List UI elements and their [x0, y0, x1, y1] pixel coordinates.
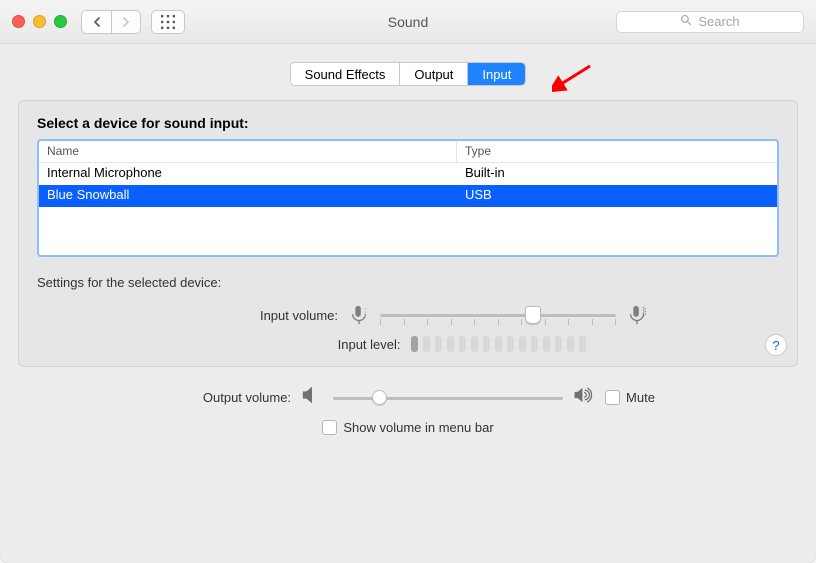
tab-label: Input	[482, 67, 511, 82]
level-bar	[447, 336, 454, 352]
help-button[interactable]: ?	[765, 334, 787, 356]
input-volume-label: Input volume:	[168, 308, 338, 323]
show-all-button[interactable]	[151, 10, 185, 34]
level-bar	[543, 336, 550, 352]
column-name[interactable]: Name	[39, 141, 457, 162]
level-bar	[495, 336, 502, 352]
tab-input[interactable]: Input	[468, 63, 525, 85]
level-bar	[411, 336, 418, 352]
slider-ticks	[380, 319, 616, 325]
search-icon	[680, 14, 692, 29]
tab-label: Sound Effects	[305, 67, 386, 82]
window-controls	[12, 15, 67, 28]
device-table: Name Type Internal Microphone Built-in B…	[37, 139, 779, 257]
speaker-high-icon	[573, 385, 595, 410]
search-placeholder: Search	[698, 14, 739, 29]
input-level-row: Input level:	[37, 336, 779, 352]
device-name: Blue Snowball	[39, 185, 457, 207]
mic-high-icon	[626, 304, 648, 326]
level-bar	[531, 336, 538, 352]
titlebar: Sound Search	[0, 0, 816, 44]
mute-checkbox-row: Mute	[605, 390, 655, 405]
search-field[interactable]: Search	[616, 11, 804, 33]
input-level-label: Input level:	[231, 337, 401, 352]
mic-low-icon	[348, 304, 370, 326]
speaker-low-icon	[301, 385, 323, 410]
input-volume-row: Input volume:	[37, 304, 779, 326]
level-bar	[567, 336, 574, 352]
input-level-meter	[411, 336, 586, 352]
zoom-window-button[interactable]	[54, 15, 67, 28]
device-name: Internal Microphone	[39, 163, 457, 185]
content: Sound Effects Output Input Select a devi…	[0, 44, 816, 563]
tab-sound-effects[interactable]: Sound Effects	[291, 63, 401, 85]
mute-checkbox[interactable]	[605, 390, 620, 405]
footer: Output volume: Mute Show volume	[18, 385, 798, 435]
nav-back-forward	[81, 10, 141, 34]
forward-button[interactable]	[111, 10, 141, 34]
output-volume-label: Output volume:	[161, 390, 291, 405]
mute-label: Mute	[626, 390, 655, 405]
level-bar	[519, 336, 526, 352]
window-title: Sound	[388, 14, 428, 30]
device-type: USB	[457, 185, 777, 207]
level-bar	[579, 336, 586, 352]
show-volume-menubar-checkbox[interactable]	[322, 420, 337, 435]
output-volume-slider[interactable]	[333, 390, 563, 406]
table-header: Name Type	[39, 141, 777, 163]
level-bar	[507, 336, 514, 352]
slider-thumb[interactable]	[525, 306, 541, 324]
slider-track	[333, 397, 563, 400]
slider-track	[380, 314, 616, 317]
input-volume-slider[interactable]	[380, 305, 616, 325]
panel-heading: Select a device for sound input:	[37, 115, 779, 131]
settings-heading: Settings for the selected device:	[37, 275, 779, 290]
table-row[interactable]: Blue Snowball USB	[39, 185, 777, 207]
table-row[interactable]: Internal Microphone Built-in	[39, 163, 777, 185]
sound-preferences-window: Sound Search Sound Effects Output Input …	[0, 0, 816, 563]
menubar-label: Show volume in menu bar	[343, 420, 493, 435]
tab-output[interactable]: Output	[400, 63, 468, 85]
input-panel: Select a device for sound input: Name Ty…	[18, 100, 798, 367]
close-window-button[interactable]	[12, 15, 25, 28]
level-bar	[555, 336, 562, 352]
device-type: Built-in	[457, 163, 777, 185]
menubar-checkbox-row: Show volume in menu bar	[322, 420, 493, 435]
level-bar	[471, 336, 478, 352]
level-bar	[423, 336, 430, 352]
tab-control: Sound Effects Output Input	[290, 62, 527, 86]
back-button[interactable]	[81, 10, 111, 34]
level-bar	[483, 336, 490, 352]
level-bar	[459, 336, 466, 352]
output-volume-row: Output volume: Mute	[161, 385, 655, 410]
column-type[interactable]: Type	[457, 141, 777, 162]
level-bar	[435, 336, 442, 352]
minimize-window-button[interactable]	[33, 15, 46, 28]
table-empty-space	[39, 207, 777, 255]
slider-thumb[interactable]	[372, 390, 387, 405]
tab-label: Output	[414, 67, 453, 82]
